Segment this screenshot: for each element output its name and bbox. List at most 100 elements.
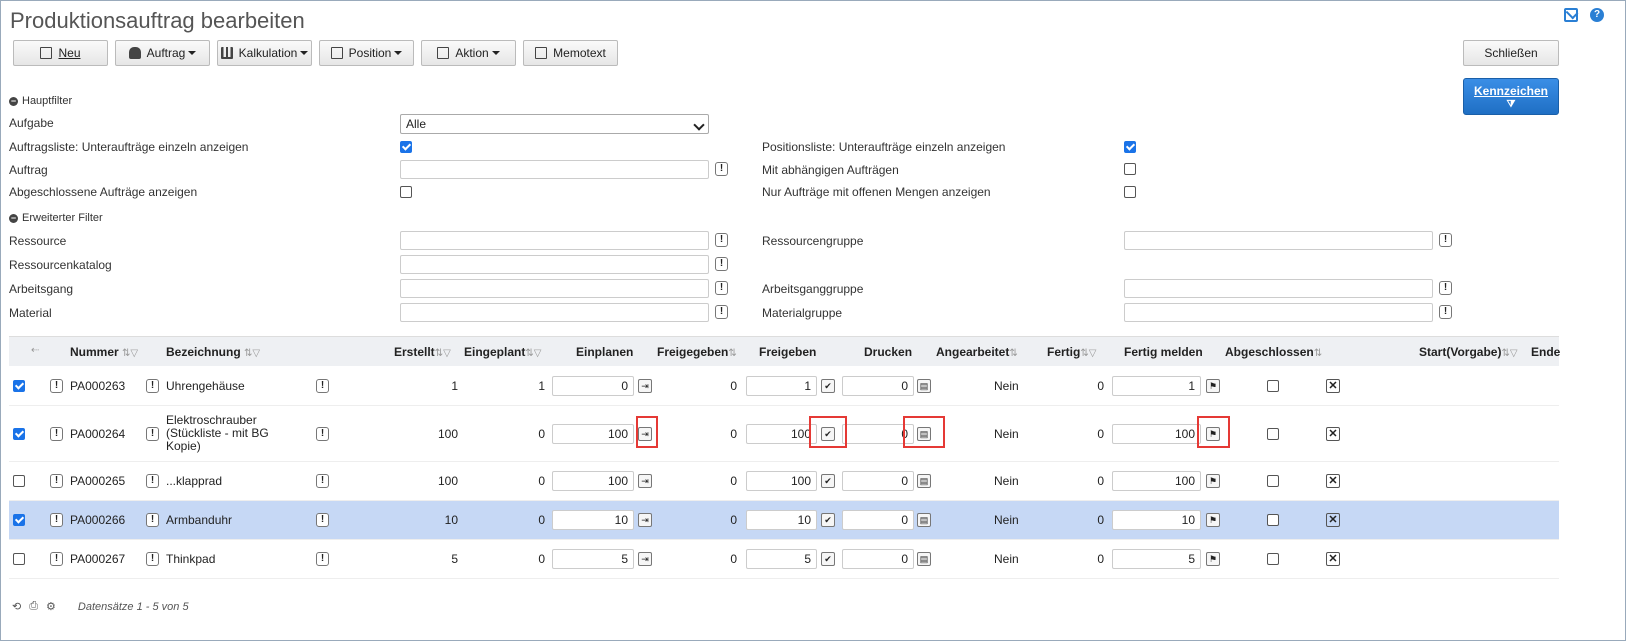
row-info-button[interactable]: !	[146, 379, 159, 393]
col-fertig[interactable]: Fertig⇅▽	[1047, 345, 1096, 359]
col-freigegeben[interactable]: Freigegeben⇅	[657, 345, 737, 359]
finish-flag-icon[interactable]: ⚑	[1206, 552, 1220, 566]
auftrag-menu-button[interactable]: Auftrag	[115, 40, 210, 66]
fertig-melden-input[interactable]: 1	[1112, 376, 1201, 396]
row-info-button[interactable]: !	[50, 379, 63, 393]
row-info-button[interactable]: !	[316, 379, 329, 393]
row-info-button[interactable]: !	[146, 513, 159, 527]
arbeitsgang-input[interactable]	[400, 279, 709, 298]
fertig-melden-input[interactable]: 10	[1112, 510, 1201, 530]
einplanen-input[interactable]: 5	[552, 549, 634, 569]
close-button[interactable]: Schließen	[1463, 40, 1559, 66]
check-icon[interactable]: ✔	[821, 552, 835, 566]
ressourcengruppe-input[interactable]	[1124, 231, 1433, 250]
col-start-vorgabe[interactable]: Start(Vorgabe)⇅▽	[1419, 345, 1518, 359]
check-icon[interactable]: ✔	[821, 474, 835, 488]
row-select-checkbox[interactable]	[13, 514, 25, 526]
check-icon[interactable]: ✔	[821, 379, 835, 393]
fertig-melden-input[interactable]: 5	[1112, 549, 1201, 569]
printer-icon[interactable]: ▤	[917, 552, 931, 566]
col-einplanen[interactable]: Einplanen	[576, 345, 633, 359]
col-fertig-melden[interactable]: Fertig melden	[1124, 345, 1203, 359]
col-abgeschlossen[interactable]: Abgeschlossen⇅	[1225, 345, 1322, 359]
fertig-melden-input[interactable]: 100	[1112, 471, 1201, 491]
lookup-material-button[interactable]: !	[715, 305, 728, 319]
close-icon[interactable]: ✕	[1326, 474, 1340, 488]
einplanen-input[interactable]: 0	[552, 376, 634, 396]
einplanen-action-icon[interactable]: ⇥	[638, 474, 652, 488]
drucken-input[interactable]: 0	[842, 510, 914, 530]
check-icon[interactable]: ✔	[821, 513, 835, 527]
row-info-button[interactable]: !	[146, 552, 159, 566]
row-select-checkbox[interactable]	[13, 553, 25, 565]
col-bezeichnung[interactable]: Bezeichnung ⇅▽	[166, 345, 260, 359]
freigeben-input[interactable]: 100	[746, 471, 817, 491]
col-erstellt[interactable]: Erstellt⇅▽	[394, 345, 451, 359]
einplanen-action-icon[interactable]: ⇥	[638, 513, 652, 527]
drucken-input[interactable]: 0	[842, 376, 914, 396]
row-info-button[interactable]: !	[316, 513, 329, 527]
auftrag-input[interactable]	[400, 160, 709, 179]
einplanen-input[interactable]: 100	[552, 423, 634, 444]
printer-icon[interactable]: ▤	[917, 379, 931, 393]
lookup-auftrag-button[interactable]: !	[715, 162, 728, 176]
abgeschlossen-checkbox[interactable]	[1267, 475, 1279, 487]
table-row[interactable]: ! PA000265 ! ...klapprad ! 100 0 100 ⇥ 0…	[9, 462, 1559, 501]
row-info-button[interactable]: !	[146, 426, 159, 441]
table-row[interactable]: ! PA000266 ! Armbanduhr ! 10 0 10 ⇥ 0 10…	[9, 501, 1559, 540]
row-info-button[interactable]: !	[50, 552, 63, 566]
col-ende[interactable]: Ende	[1531, 345, 1560, 359]
row-select-checkbox[interactable]	[13, 380, 25, 392]
col-eingeplant[interactable]: Eingeplant⇅▽	[464, 345, 541, 359]
sort-icon[interactable]: ⇠	[31, 345, 39, 356]
col-nummer[interactable]: Nummer ⇅▽	[70, 345, 138, 359]
aktion-menu-button[interactable]: Aktion	[421, 40, 516, 66]
freigeben-input[interactable]: 100	[746, 423, 817, 444]
material-input[interactable]	[400, 303, 709, 322]
finish-flag-icon[interactable]: ⚑	[1206, 474, 1220, 488]
abgeschlossen-checkbox[interactable]	[1267, 514, 1279, 526]
col-drucken[interactable]: Drucken	[864, 345, 912, 359]
ressource-input[interactable]	[400, 231, 709, 250]
kalkulation-menu-button[interactable]: Kalkulation	[217, 40, 312, 66]
freigeben-input[interactable]: 1	[746, 376, 817, 396]
lookup-arbeitsganggruppe-button[interactable]: !	[1439, 281, 1452, 295]
row-info-button[interactable]: !	[316, 426, 329, 441]
ressourcenkatalog-input[interactable]	[400, 255, 709, 274]
finish-flag-icon[interactable]: ⚑	[1206, 379, 1220, 393]
lookup-ressourcengruppe-button[interactable]: !	[1439, 233, 1452, 247]
position-menu-button[interactable]: Position	[319, 40, 414, 66]
einplanen-input[interactable]: 100	[552, 471, 634, 491]
row-select-checkbox[interactable]	[13, 475, 25, 487]
lookup-materialgruppe-button[interactable]: !	[1439, 305, 1452, 319]
refresh-icon[interactable]: ⟲	[12, 600, 21, 613]
einplanen-input[interactable]: 10	[552, 510, 634, 530]
lookup-arbeitsgang-button[interactable]: !	[715, 281, 728, 295]
abgeschlossen-checkbox[interactable]	[400, 186, 412, 198]
row-info-button[interactable]: !	[316, 474, 329, 488]
drucken-input[interactable]: 0	[842, 549, 914, 569]
table-row[interactable]: ! PA000264 ! Elektroschrauber (Stückliste…	[9, 406, 1559, 462]
table-row[interactable]: ! PA000267 ! Thinkpad ! 5 0 5 ⇥ 0 5 ✔ 0 …	[9, 540, 1559, 579]
fertig-melden-input[interactable]: 100	[1112, 423, 1201, 444]
freigeben-input[interactable]: 10	[746, 510, 817, 530]
table-row[interactable]: ! PA000263 ! Uhrengehäuse ! 1 1 0 ⇥ 0 1 …	[9, 367, 1559, 406]
abgeschlossen-checkbox[interactable]	[1267, 427, 1279, 440]
row-info-button[interactable]: !	[50, 426, 63, 441]
mail-icon[interactable]	[1564, 8, 1578, 22]
close-icon[interactable]: ✕	[1326, 426, 1340, 441]
lookup-ressource-button[interactable]: !	[715, 233, 728, 247]
lookup-ressourcenkatalog-button[interactable]: !	[715, 257, 728, 271]
abgeschlossen-checkbox[interactable]	[1267, 380, 1279, 392]
drucken-input[interactable]: 0	[842, 471, 914, 491]
positionsliste-checkbox[interactable]	[1124, 141, 1136, 153]
memotext-button[interactable]: Memotext	[523, 40, 618, 66]
help-icon[interactable]: ?	[1590, 8, 1604, 22]
finish-flag-icon[interactable]: ⚑	[1206, 513, 1220, 527]
kennzeichen-button[interactable]: Kennzeichen ⧩	[1463, 78, 1559, 115]
row-info-button[interactable]: !	[316, 552, 329, 566]
row-info-button[interactable]: !	[146, 474, 159, 488]
close-icon[interactable]: ✕	[1326, 552, 1340, 566]
col-freigeben[interactable]: Freigeben	[759, 345, 816, 359]
abhaengig-checkbox[interactable]	[1124, 163, 1136, 175]
